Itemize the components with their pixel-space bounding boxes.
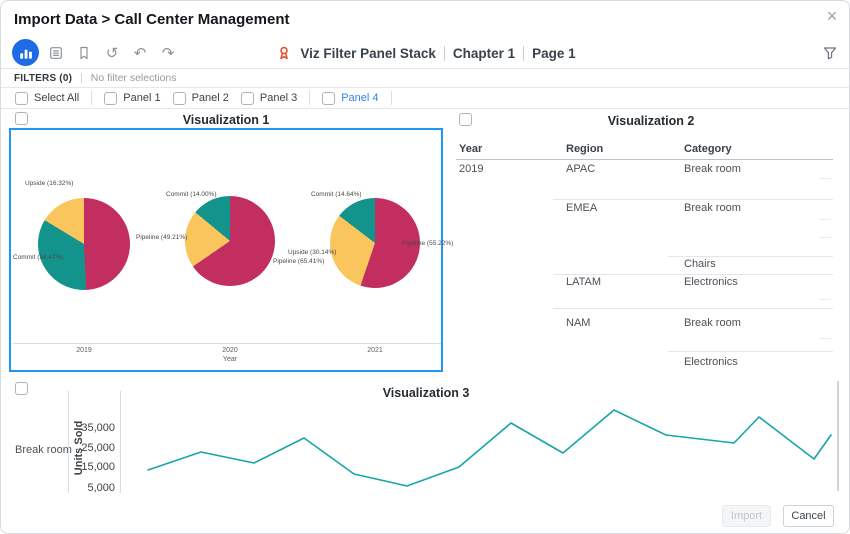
divider [68, 391, 69, 493]
col-header-region: Region [566, 143, 603, 155]
x-axis-line [13, 343, 441, 344]
page-label: Page 1 [532, 46, 576, 61]
chapter-label: Chapter 1 [453, 46, 515, 61]
divider [444, 46, 445, 61]
filters-status: No filter selections [91, 72, 177, 84]
y-tick-label: 35,000 [81, 423, 115, 434]
divider [91, 91, 92, 105]
y-tick-label: 5,000 [87, 483, 115, 494]
row-separator-fragment [819, 178, 831, 179]
scrollbar[interactable] [837, 381, 839, 491]
import-data-dialog: Import Data > Call Center Management × ↺… [0, 0, 850, 534]
pie-callout: Upside (16.32%) [25, 181, 73, 188]
redo-icon[interactable]: ↷ [157, 42, 179, 64]
panel-4-item[interactable]: Panel 4 [322, 92, 378, 105]
x-tick-label: 2020 [210, 347, 250, 354]
col-header-year: Year [459, 143, 482, 155]
list-panel-icon[interactable] [45, 42, 67, 64]
panel-4-label: Panel 4 [341, 92, 378, 104]
dialog-title: Import Data > Call Center Management [14, 11, 289, 28]
filter-funnel-icon[interactable] [819, 42, 841, 64]
x-tick-label: 2019 [64, 347, 104, 354]
pie-callout: Pipeline (49.21%) [136, 235, 187, 242]
row-separator [553, 199, 833, 200]
header-underline [456, 159, 833, 160]
history-icon[interactable]: ↺ [101, 42, 123, 64]
y-tick-label: 25,000 [81, 443, 115, 454]
row-separator [668, 351, 833, 352]
toolbar: ↺ ↶ ↷ Viz Filter Panel Stack Chapter 1 P… [1, 37, 850, 69]
panel-3-item[interactable]: Panel 3 [241, 92, 297, 105]
table-cell-category: Electronics [684, 356, 738, 368]
panel-4-checkbox[interactable] [322, 92, 335, 105]
table-cell-category: Break room [684, 202, 741, 214]
undo-icon[interactable]: ↶ [129, 42, 151, 64]
select-all-item[interactable]: Select All [15, 92, 79, 105]
divider [309, 91, 310, 105]
pie-callout: Commit (14.64%) [311, 192, 362, 199]
pie-callout: Pipeline (55.22%) [402, 241, 453, 248]
bookmark-icon[interactable] [73, 42, 95, 64]
table-cell-region: APAC [566, 163, 595, 175]
pie-2020[interactable] [185, 196, 275, 286]
pie-callout: Commit (34.47%) [13, 255, 64, 262]
panel-2-item[interactable]: Panel 2 [173, 92, 229, 105]
doc-title: Viz Filter Panel Stack [300, 46, 436, 61]
panel-3-label: Panel 3 [260, 92, 297, 104]
viz2-panel[interactable]: Visualization 2 Year Region Category 201… [451, 109, 850, 373]
table-cell-year: 2019 [459, 163, 483, 175]
row-separator [668, 256, 833, 257]
panel-1-label: Panel 1 [123, 92, 160, 104]
panel-2-checkbox[interactable] [173, 92, 186, 105]
divider: | [80, 73, 83, 84]
pie-callout: Pipeline (65.41%) [273, 259, 324, 266]
select-all-label: Select All [34, 92, 79, 104]
row-separator-fragment [819, 299, 831, 300]
table-cell-region: LATAM [566, 276, 601, 288]
filters-label: FILTERS (0) [14, 73, 72, 84]
row-separator-fragment [819, 237, 831, 238]
panel-3-checkbox[interactable] [241, 92, 254, 105]
pie-callout: Commit (14.00%) [166, 192, 217, 199]
panel-selector-bar: Select All Panel 1 Panel 2 Panel 3 Panel… [1, 88, 850, 109]
pie-2019[interactable] [38, 198, 130, 290]
panel-2-label: Panel 2 [192, 92, 229, 104]
chart-logo-button[interactable] [12, 39, 39, 66]
medal-icon [276, 45, 292, 61]
filters-bar: FILTERS (0) | No filter selections [1, 69, 850, 88]
row-separator-fragment [819, 219, 831, 220]
import-button[interactable]: Import [722, 505, 771, 527]
row-separator [553, 308, 833, 309]
col-header-category: Category [684, 143, 732, 155]
viz3-row-label: Break room [15, 444, 72, 456]
viz1-title: Visualization 1 [9, 113, 443, 127]
viz1-panel[interactable]: Upside (16.32%) Pipeline (49.21%) Commit… [9, 128, 443, 372]
divider [391, 91, 392, 105]
table-cell-category: Break room [684, 163, 741, 175]
viz3-line [120, 387, 839, 495]
cancel-button[interactable]: Cancel [783, 505, 834, 527]
viz2-title: Visualization 2 [451, 114, 850, 128]
table-cell-region: EMEA [566, 202, 597, 214]
table-cell-category: Chairs [684, 258, 716, 270]
y-tick-label: 15,000 [81, 462, 115, 473]
select-all-checkbox[interactable] [15, 92, 28, 105]
table-cell-category: Electronics [684, 276, 738, 288]
row-separator [553, 274, 833, 275]
y-axis-ticks: 35,000 25,000 15,000 5,000 [71, 387, 115, 493]
table-cell-region: NAM [566, 317, 590, 329]
panel-1-checkbox[interactable] [104, 92, 117, 105]
pie-callout: Upside (30.14%) [288, 250, 336, 257]
viz3-panel[interactable]: Break room Units Sold 35,000 25,000 15,0… [1, 381, 850, 496]
divider [523, 46, 524, 61]
bar-chart-icon [18, 45, 34, 61]
row-separator-fragment [819, 338, 831, 339]
x-tick-label: 2021 [355, 347, 395, 354]
panel-1-item[interactable]: Panel 1 [104, 92, 160, 105]
x-axis-title: Year [210, 356, 250, 363]
table-cell-category: Break room [684, 317, 741, 329]
close-icon[interactable]: × [821, 5, 843, 27]
